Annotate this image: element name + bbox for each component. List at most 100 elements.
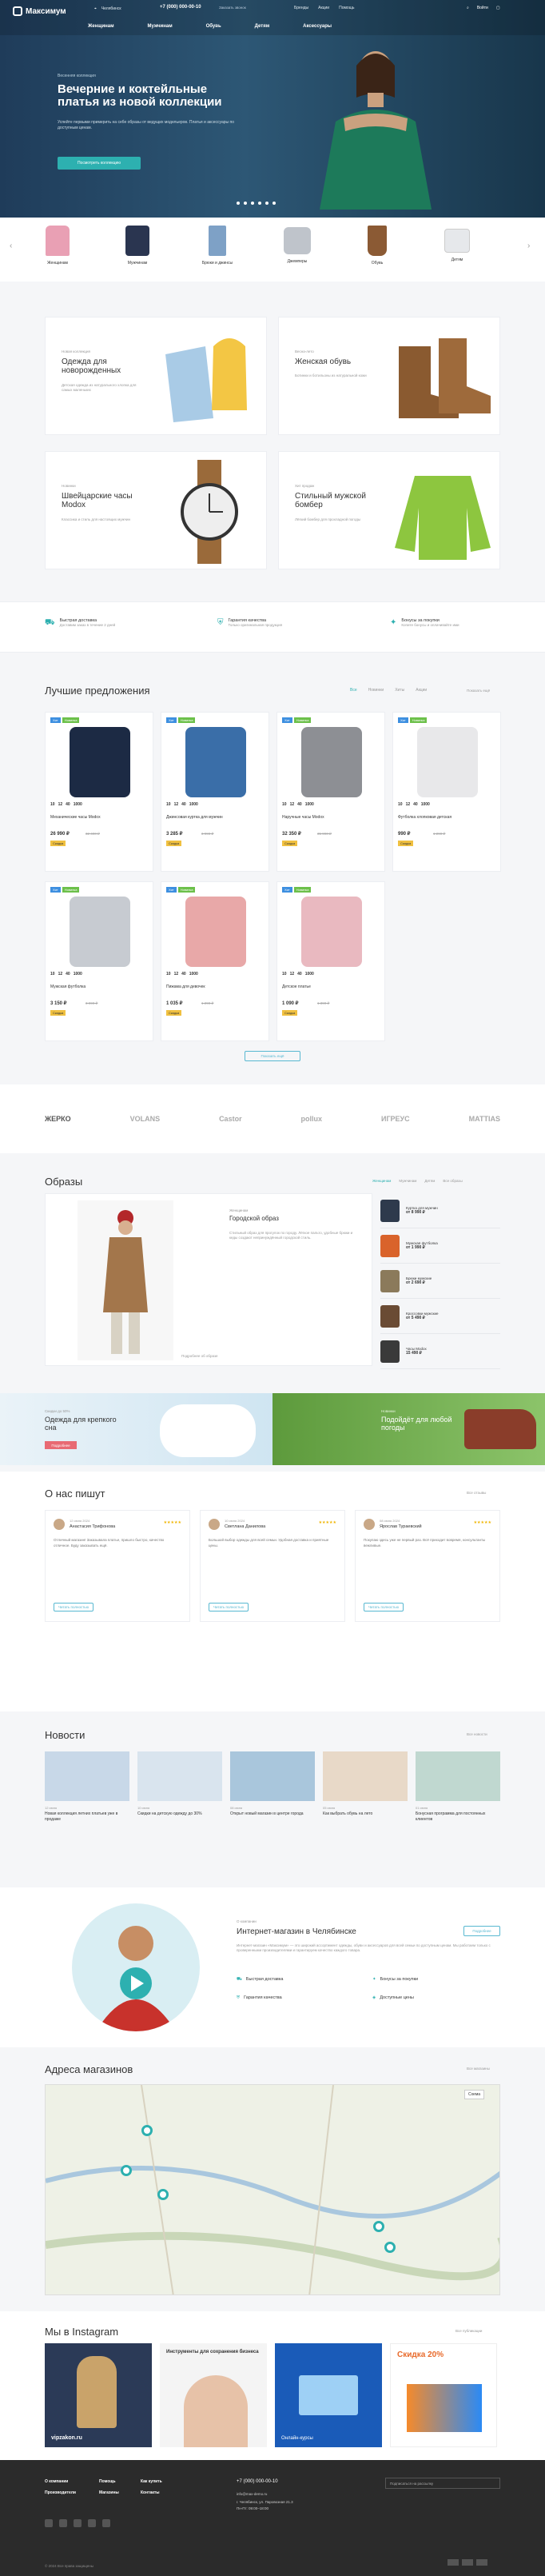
nav-shoes[interactable]: Обувь [206,24,221,29]
logo[interactable]: Максимум [13,6,66,16]
instagram-icon[interactable] [88,2519,96,2527]
nav-women[interactable]: Женщинам [88,24,114,29]
hero-button[interactable]: Посмотреть коллекцию [58,157,141,170]
instagram-post[interactable]: Инструменты для сохранения бизнеса [160,2343,267,2447]
footer-link[interactable]: Как купить [141,2479,181,2484]
brands-link[interactable]: Бренды [294,6,308,10]
product-name[interactable]: Футболка хлопковая детская [398,815,486,820]
news-item[interactable]: 01 июня Бонусная программа для постоянных… [416,1751,500,1822]
category-item[interactable]: Мужчинам [118,226,157,266]
footer-link[interactable]: Контакты [141,2490,181,2495]
footer-link[interactable]: О компании [45,2479,93,2484]
read-more-button[interactable]: Читать полностью [54,1603,93,1611]
brand-logo[interactable]: Castor [219,1115,242,1123]
map-pin-icon[interactable] [141,2125,153,2136]
category-item[interactable]: Детям [438,226,476,266]
banner-sleep[interactable]: Скидки до 50% Одежда для крепкого сна По… [0,1393,272,1465]
product-name[interactable]: Мужская футболка [50,984,138,989]
promo-tile[interactable]: Новинки Швейцарские часы Modox Классика … [45,451,267,569]
footer-phone[interactable]: +7 (000) 000-00-10 [237,2479,278,2484]
help-link[interactable]: Помощь [339,6,354,10]
map-pin-icon[interactable] [384,2242,396,2253]
tab-sale[interactable]: Акции [416,688,427,693]
brand-logo[interactable]: ЖЕРКО [45,1115,71,1123]
map-pin-icon[interactable] [373,2221,384,2232]
news-item[interactable]: 12 июня Новая коллекция летних платьев уж… [45,1751,129,1822]
all-news-link[interactable]: Все новости [467,1732,487,1736]
prev-arrow-icon[interactable]: ‹ [10,242,12,250]
product-name[interactable]: Наручные часы Modox [282,815,370,820]
product-name[interactable]: Детское платье [282,984,370,989]
look-item[interactable]: Брюки мужские от 2 690 ₽ [380,1264,500,1299]
nav-accessories[interactable]: Аксессуары [303,24,332,29]
look-item[interactable]: Мужская футболка от 1 990 ₽ [380,1228,500,1264]
product-name[interactable]: Механические часы Modox [50,815,138,820]
look-item[interactable]: Куртка для мужчин от 8 990 ₽ [380,1193,500,1228]
show-more-button[interactable]: Показать ещё [245,1051,300,1061]
look-more-link[interactable]: Подробнее об образе [181,1354,217,1358]
read-more-button[interactable]: Читать полностью [209,1603,249,1611]
footer-link[interactable]: Помощь [99,2479,134,2484]
vk-icon[interactable] [45,2519,53,2527]
promo-tile[interactable]: Весна-лето Женская обувь Ботинки и ботил… [278,317,500,435]
promo-tile[interactable]: Хит продаж Стильный мужской бомбер Лёгки… [278,451,500,569]
tab-all-looks[interactable]: Все образы [443,1179,462,1183]
news-item[interactable]: 10 июня Скидки на детскую одежду до 30% [137,1751,222,1822]
twitter-icon[interactable] [74,2519,82,2527]
slider-dots[interactable] [237,202,276,205]
product-card[interactable]: Хит Новинка 10 12 40 1000 Пижама для девочек 1 … [161,881,269,1041]
city-selector[interactable]: Челябинск [101,6,121,11]
footer-link[interactable]: Магазины [99,2490,134,2495]
next-arrow-icon[interactable]: › [527,242,530,250]
stores-map[interactable]: Схема [45,2084,500,2295]
map-pin-icon[interactable] [121,2165,132,2176]
category-item[interactable]: Брюки и джинсы [198,226,237,266]
callback-link[interactable]: Заказать звонок [219,6,246,10]
map-pin-icon[interactable] [157,2189,169,2200]
tab-kids[interactable]: Детям [424,1179,435,1183]
read-more-button[interactable]: Читать полностью [364,1603,404,1611]
instagram-post[interactable]: vipzakon.ru [45,2343,152,2447]
banner-shoes[interactable]: Новинки Подойдёт для любой погоды [272,1393,545,1465]
instagram-post[interactable]: Скидка 20% [390,2343,497,2447]
product-card[interactable]: Хит Новинка 10 12 40 1000 Механические часы Mo… [45,712,153,872]
about-button[interactable]: Подробнее [463,1926,500,1936]
tab-men[interactable]: Мужчинам [399,1179,416,1183]
look-item[interactable]: Часы Modox 15 490 ₽ [380,1334,500,1369]
category-item[interactable]: Обувь [358,226,396,266]
subscribe-input[interactable]: Подписаться на рассылку [385,2478,500,2489]
promo-tile[interactable]: Новая коллекция Одежда для новорожденных… [45,317,267,435]
brand-logo[interactable]: ИГРЕУС [381,1115,410,1123]
best-more-link[interactable]: Показать ещё [467,689,490,693]
map-layer-select[interactable]: Схема [464,2090,485,2099]
product-name[interactable]: Джинсовая куртка для мужчин [166,815,254,820]
all-stores-link[interactable]: Все магазины [467,2067,490,2071]
category-item[interactable]: Джемперы [278,226,316,266]
nav-kids[interactable]: Детям [255,24,269,29]
cart-icon[interactable]: ▢ [496,6,500,10]
footer-email[interactable]: info@max-demo.ru [237,2492,267,2496]
login-link[interactable]: Войти [477,6,488,10]
phone[interactable]: +7 (000) 000-00-10 [160,5,201,10]
product-card[interactable]: Хит Новинка 10 12 40 1000 Наручные часы Modox 3… [276,712,385,872]
brand-logo[interactable]: MATTIAS [469,1115,500,1123]
all-posts-link[interactable]: Все публикации [455,2329,482,2333]
tab-new[interactable]: Новинки [368,688,384,693]
banner-button[interactable]: Подробнее [45,1441,77,1449]
footer-link[interactable]: Производители [45,2490,93,2495]
product-card[interactable]: Хит Новинка 10 12 40 1000 Мужская футболка 3 15… [45,881,153,1041]
category-item[interactable]: Женщинам [38,226,77,266]
product-name[interactable]: Пижама для девочек [166,984,254,989]
all-reviews-link[interactable]: Все отзывы [467,1491,486,1495]
look-item[interactable]: Кроссовки мужские от 5 490 ₽ [380,1299,500,1334]
product-card[interactable]: Хит Новинка 10 12 40 1000 Детское платье 1 090 … [276,881,385,1041]
search-icon[interactable]: ⌕ [467,6,469,10]
news-item[interactable]: 08 июня Открыт новый магазин в центре гор… [230,1751,315,1822]
product-card[interactable]: Хит Новинка 10 12 40 1000 Футболка хлопковая д… [392,712,501,872]
product-card[interactable]: Хит Новинка 10 12 40 1000 Джинсовая куртка для… [161,712,269,872]
tab-hits[interactable]: Хиты [395,688,404,693]
nav-men[interactable]: Мужчинам [148,24,173,29]
promo-link[interactable]: Акции [318,6,329,10]
news-item[interactable]: 05 июня Как выбрать обувь на лето [323,1751,408,1822]
tab-all[interactable]: Все [350,688,357,693]
